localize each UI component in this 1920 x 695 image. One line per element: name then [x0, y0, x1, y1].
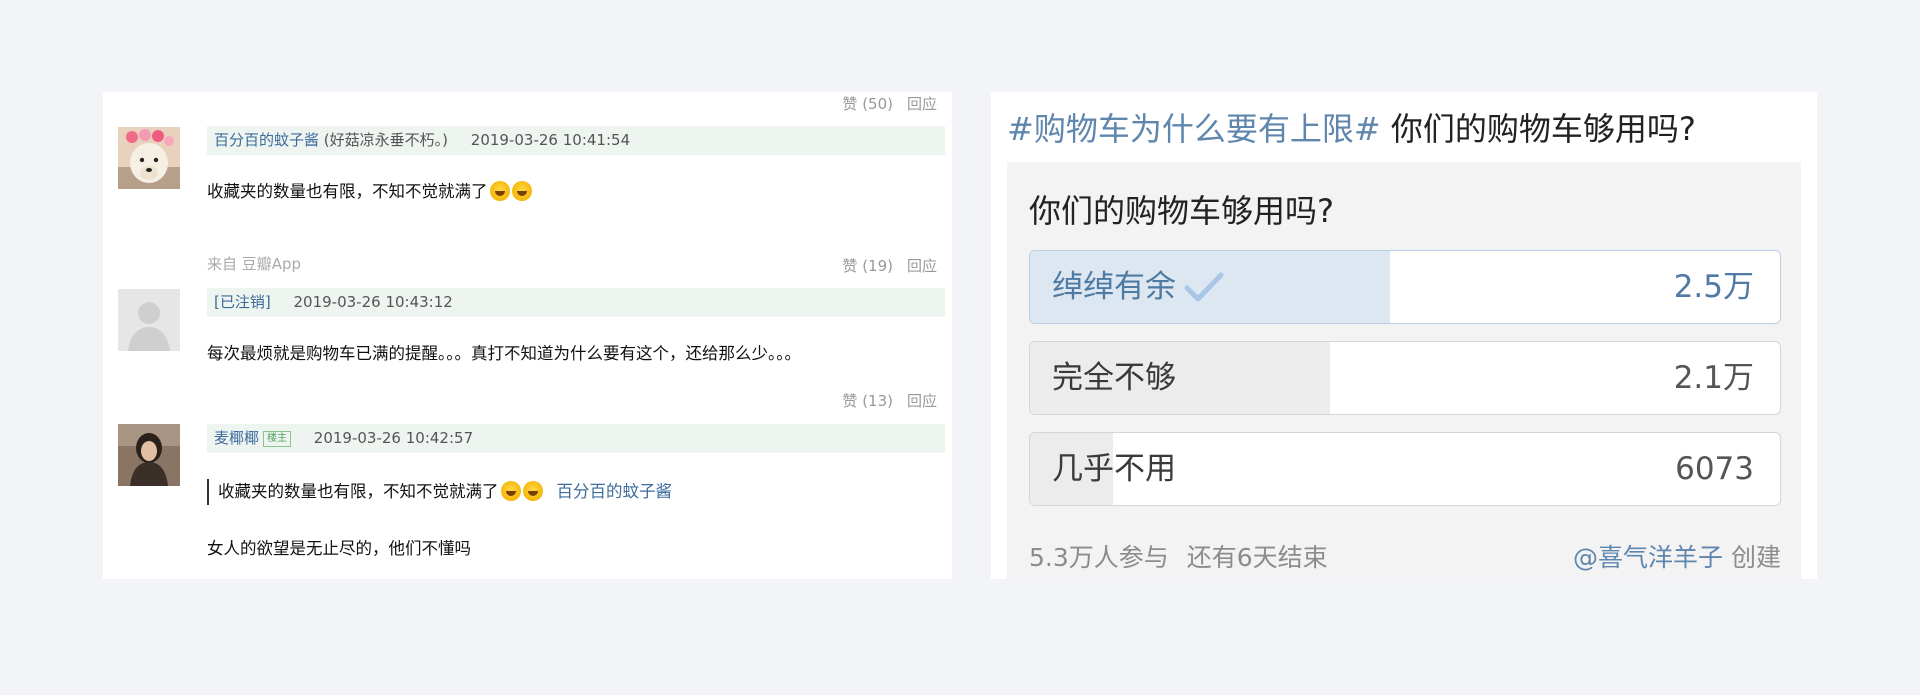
comments-panel: 赞 (50) 回应 百分百的蚊子酱 (好菇凉永垂不朽。) 2019-03-26 1… [103, 92, 952, 579]
poll-creator: @喜气洋羊子 创建 [1573, 538, 1781, 574]
comment-actions: 赞 (13) 回应 [842, 390, 937, 411]
poll-option-label: 几乎不用 [1052, 451, 1176, 487]
avatar-default-user [118, 289, 180, 351]
poll-title: 你们的购物车够用吗? [1390, 110, 1696, 148]
poll-option-count: 6073 [1675, 451, 1754, 487]
poll-option[interactable]: 几乎不用 6073 [1029, 432, 1781, 506]
comment-source: 来自 豆瓣App [207, 255, 302, 273]
poll-option-label: 完全不够 [1052, 360, 1176, 396]
quoted-text: 收藏夹的数量也有限，不知不觉就满了 [218, 482, 499, 501]
poll-option[interactable]: 绰绰有余 2.5万 [1029, 250, 1781, 324]
reply-button[interactable]: 回应 [907, 257, 937, 275]
poll-question: 你们的购物车够用吗? [1029, 192, 1334, 230]
avatar-woman-photo [118, 424, 180, 486]
quoted-author-link[interactable]: 百分百的蚊子酱 [557, 482, 673, 501]
comment-author-link[interactable]: 麦椰椰 [214, 429, 259, 447]
creator-link[interactable]: @喜气洋羊子 [1573, 543, 1723, 572]
comment-author-link[interactable]: [已注销] [214, 293, 271, 311]
poll-option-count: 2.1万 [1673, 360, 1754, 396]
avatar[interactable] [118, 127, 180, 189]
comment-time: 2019-03-26 10:41:54 [470, 131, 631, 149]
poll-heading: #购物车为什么要有上限# 你们的购物车够用吗? [1007, 104, 1696, 150]
created-label: 创建 [1730, 543, 1781, 572]
comment-meta: 麦椰椰 楼主 2019-03-26 10:42:57 [207, 424, 945, 453]
poll-option-label-wrap: 绰绰有余 [1052, 251, 1224, 323]
poll-remaining: 还有6天结束 [1186, 543, 1328, 572]
comment-text: 每次最烦就是购物车已满的提醒。。。真打不知道为什么要有这个，还给那么少。。。 [207, 344, 801, 363]
check-icon [1184, 257, 1224, 323]
comment-time: 2019-03-26 10:42:57 [313, 429, 474, 447]
op-badge: 楼主 [263, 431, 292, 447]
poll-footer: 5.3万人参与 还有6天结束 @喜气洋羊子 创建 [1029, 538, 1781, 574]
comment-body: 收藏夹的数量也有限，不知不觉就满了 [207, 178, 532, 202]
poll-panel: #购物车为什么要有上限# 你们的购物车够用吗? 你们的购物车够用吗? 绰绰有余 … [991, 92, 1817, 579]
laughing-tears-emoji [522, 481, 543, 501]
like-button[interactable]: 赞 (19) [842, 257, 893, 275]
reply-button[interactable]: 回应 [907, 95, 937, 113]
poll-participants: 5.3万人参与 [1029, 543, 1169, 572]
laughing-tears-emoji [511, 181, 532, 201]
reply-button[interactable]: 回应 [907, 392, 937, 410]
comment-author-link[interactable]: 百分百的蚊子酱 [214, 131, 319, 149]
like-button[interactable]: 赞 (50) [842, 95, 893, 113]
avatar[interactable] [118, 424, 180, 486]
like-button[interactable]: 赞 (13) [842, 392, 893, 410]
avatar-dog-flower [118, 127, 180, 189]
comment-actions: 赞 (19) 回应 [842, 255, 937, 276]
poll-option-label: 绰绰有余 [1052, 269, 1176, 305]
comment-text: 女人的欲望是无止尽的，他们不懂吗 [207, 539, 471, 558]
poll-card: 你们的购物车够用吗? 绰绰有余 2.5万 完全不够 2.1万 几乎不用 6073… [1007, 162, 1801, 579]
comment-text: 收藏夹的数量也有限，不知不觉就满了 [207, 182, 488, 201]
poll-option[interactable]: 完全不够 2.1万 [1029, 341, 1781, 415]
comment-meta: [已注销] 2019-03-26 10:43:12 [207, 288, 945, 317]
topic-hashtag-link[interactable]: #购物车为什么要有上限# [1007, 110, 1381, 148]
laughing-tears-emoji [500, 481, 521, 501]
author-signature: (好菇凉永垂不朽。) [323, 131, 449, 149]
comment-actions: 赞 (50) 回应 [842, 93, 937, 114]
quoted-comment: 收藏夹的数量也有限，不知不觉就满了 百分百的蚊子酱 [207, 479, 672, 505]
poll-option-count: 2.5万 [1673, 269, 1754, 305]
comment-meta: 百分百的蚊子酱 (好菇凉永垂不朽。) 2019-03-26 10:41:54 [207, 126, 945, 155]
avatar[interactable] [118, 289, 180, 351]
laughing-tears-emoji [489, 181, 510, 201]
comment-time: 2019-03-26 10:43:12 [293, 293, 453, 311]
